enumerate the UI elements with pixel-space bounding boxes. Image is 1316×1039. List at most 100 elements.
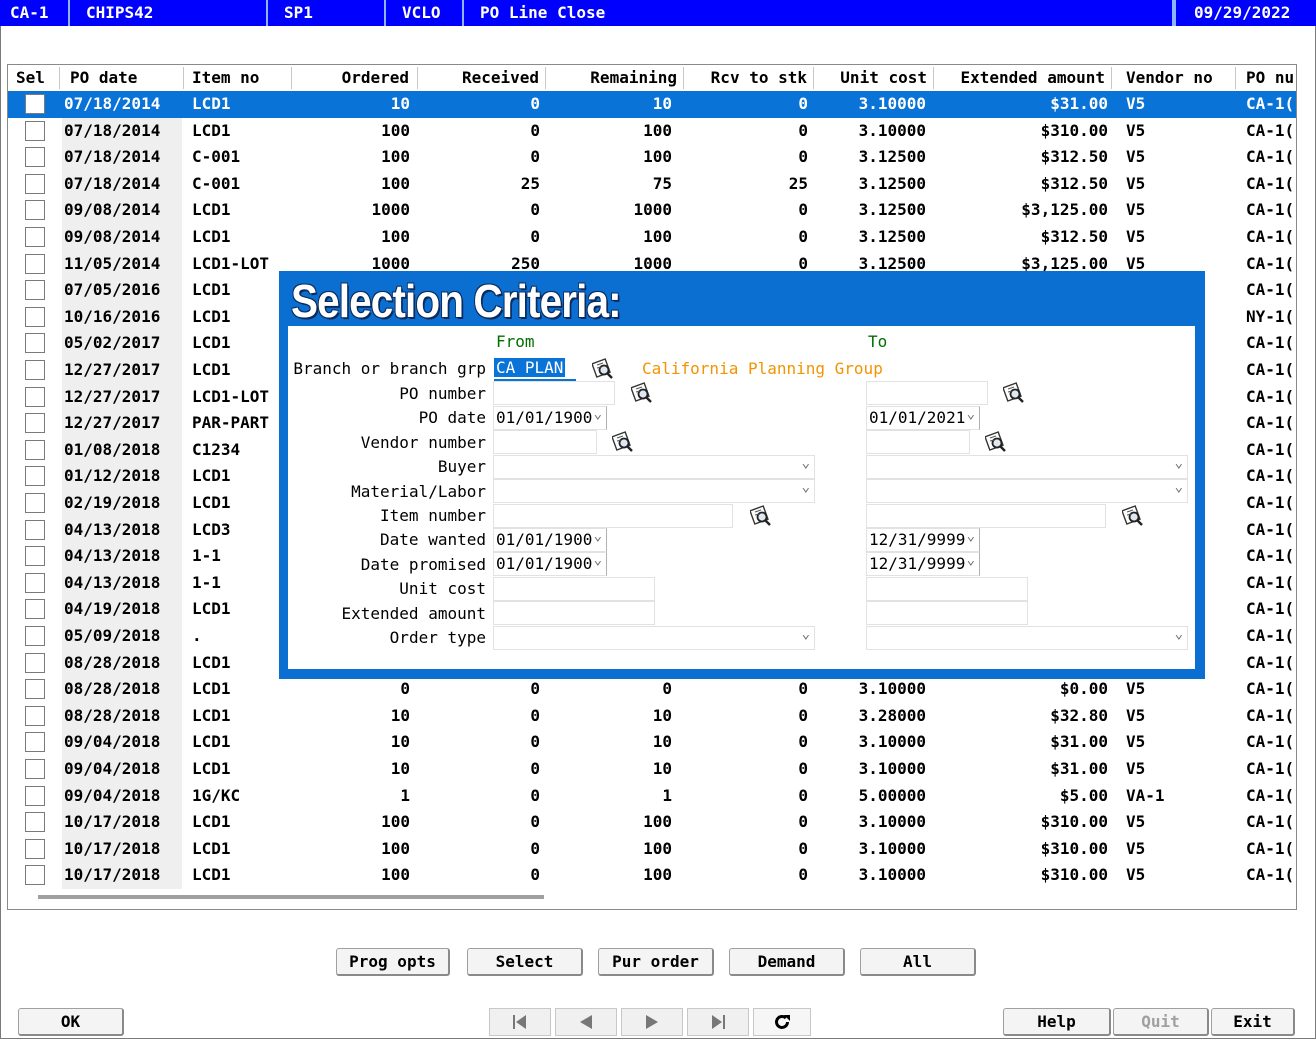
row-select-checkbox[interactable] xyxy=(25,546,45,567)
branch-lookup-icon[interactable] xyxy=(591,358,614,380)
buyer-to-select[interactable] xyxy=(866,455,1188,479)
col-header-po-date[interactable]: PO date xyxy=(66,67,184,89)
item-number-from-field[interactable] xyxy=(493,504,733,528)
col-header-item-no[interactable]: Item no xyxy=(192,67,292,89)
buyer-from-select[interactable] xyxy=(493,455,815,479)
demand-button[interactable]: Demand xyxy=(729,948,845,976)
row-select-checkbox[interactable] xyxy=(25,732,45,753)
row-select-checkbox[interactable] xyxy=(25,120,45,141)
col-header-vendor-no[interactable]: Vendor no xyxy=(1118,67,1236,89)
table-row[interactable]: 09/08/2014 LCD1 100 0 100 0 3.12500 $312.50 V5 CA… xyxy=(8,224,1296,251)
item-number-to-field[interactable] xyxy=(866,504,1106,528)
pur-order-button[interactable]: Pur order xyxy=(598,948,714,976)
vendor-number-from-field[interactable] xyxy=(493,430,597,454)
table-row[interactable]: 09/08/2014 LCD1 1000 0 1000 0 3.12500 $3,125.00… xyxy=(8,197,1296,224)
row-select-checkbox[interactable] xyxy=(25,865,45,886)
po-date-to-field[interactable]: 01/01/2021 xyxy=(866,406,980,430)
select-button[interactable]: Select xyxy=(467,948,583,976)
last-record-button[interactable] xyxy=(687,1008,749,1036)
item-to-lookup-icon[interactable] xyxy=(1121,505,1144,527)
material-labor-to-select[interactable] xyxy=(866,479,1188,503)
table-row[interactable]: 09/04/2018 LCD1 10 0 10 0 3.10000 $31.00 V5 CA-1( xyxy=(8,756,1296,783)
row-select-checkbox[interactable] xyxy=(25,785,45,806)
col-header-rcv-to-stk[interactable]: Rcv to stk xyxy=(686,67,814,89)
row-select-checkbox[interactable] xyxy=(25,439,45,460)
col-header-remaining[interactable]: Remaining xyxy=(548,67,684,89)
row-select-checkbox[interactable] xyxy=(25,599,45,620)
row-select-checkbox[interactable] xyxy=(25,280,45,301)
ok-button[interactable]: OK xyxy=(18,1008,124,1036)
row-select-checkbox[interactable] xyxy=(25,227,45,247)
unit-cost-from-field[interactable] xyxy=(493,577,655,601)
col-header-po-number[interactable]: PO nu xyxy=(1240,67,1296,89)
table-row[interactable]: 09/04/2018 LCD1 10 0 10 0 3.10000 $31.00 V5 CA-1( xyxy=(8,729,1296,756)
unit-cost-to-field[interactable] xyxy=(866,577,1028,601)
row-select-checkbox[interactable] xyxy=(25,759,45,779)
vendor-number-to-field[interactable] xyxy=(866,430,970,454)
po-number-to-field[interactable] xyxy=(866,381,988,405)
row-select-checkbox[interactable] xyxy=(25,173,45,194)
col-header-ordered[interactable]: Ordered xyxy=(298,67,418,89)
horizontal-scrollbar[interactable] xyxy=(38,895,544,899)
po-number-from-lookup-icon[interactable] xyxy=(630,382,653,404)
next-record-button[interactable] xyxy=(621,1008,683,1036)
branch-field[interactable]: CA PLAN xyxy=(494,357,576,381)
row-select-checkbox[interactable] xyxy=(25,360,45,380)
first-record-button[interactable] xyxy=(489,1008,551,1036)
date-wanted-from-field[interactable]: 01/01/1900 xyxy=(493,528,607,552)
previous-record-button[interactable] xyxy=(555,1008,617,1036)
po-date-from-field[interactable]: 01/01/1900 xyxy=(493,406,607,430)
row-select-checkbox[interactable] xyxy=(25,572,45,593)
row-select-checkbox[interactable] xyxy=(25,253,45,274)
order-type-from-select[interactable] xyxy=(493,626,815,650)
col-header-unit-cost[interactable]: Unit cost xyxy=(816,67,934,89)
row-select-checkbox[interactable] xyxy=(25,812,45,833)
row-select-checkbox[interactable] xyxy=(25,626,45,646)
date-wanted-to-field[interactable]: 12/31/9999 xyxy=(866,528,980,552)
table-row[interactable]: 08/28/2018 LCD1 0 0 0 0 3.10000 $0.00 V5 CA-1( xyxy=(8,676,1296,703)
table-row[interactable]: 09/04/2018 1G/KC 1 0 1 0 5.00000 $5.00 VA-1 CA-1( xyxy=(8,782,1296,810)
order-type-to-select[interactable] xyxy=(866,626,1188,650)
row-select-checkbox[interactable] xyxy=(25,413,45,434)
po-number-to-lookup-icon[interactable] xyxy=(1002,382,1025,404)
material-labor-from-select[interactable] xyxy=(493,479,815,503)
quit-button[interactable]: Quit xyxy=(1113,1008,1209,1036)
row-select-checkbox[interactable] xyxy=(25,200,45,221)
row-select-checkbox[interactable] xyxy=(25,493,45,513)
extended-amount-to-field[interactable] xyxy=(866,601,1028,625)
table-row[interactable]: 08/28/2018 LCD1 10 0 10 0 3.28000 $32.80 V5 CA-1( xyxy=(8,702,1296,730)
row-select-checkbox[interactable] xyxy=(25,466,45,487)
date-promised-from-field[interactable]: 01/01/1900 xyxy=(493,552,607,576)
row-select-checkbox[interactable] xyxy=(25,705,45,726)
extended-amount-from-field[interactable] xyxy=(493,601,655,625)
vendor-to-lookup-icon[interactable] xyxy=(984,431,1007,453)
table-row[interactable]: 10/17/2018 LCD1 100 0 100 0 3.10000 $310.00 V5 CA… xyxy=(8,835,1296,863)
table-row[interactable]: 07/18/2014 LCD1 100 0 100 0 3.10000 $310.00 V5 CA… xyxy=(8,117,1296,145)
po-number-from-field[interactable] xyxy=(493,381,615,405)
exit-button[interactable]: Exit xyxy=(1211,1008,1295,1036)
table-row[interactable]: 10/17/2018 LCD1 100 0 100 0 3.10000 $310.00 V5 CA… xyxy=(8,809,1296,836)
row-select-checkbox[interactable] xyxy=(25,679,45,700)
table-row[interactable]: 07/18/2014 C-001 100 25 75 25 3.12500 $312.50 V5… xyxy=(8,170,1296,198)
prog-opts-button[interactable]: Prog opts xyxy=(336,948,450,976)
col-header-sel[interactable]: Sel xyxy=(16,67,60,89)
row-select-checkbox[interactable] xyxy=(25,147,45,168)
row-select-checkbox[interactable] xyxy=(25,94,45,114)
col-header-extended-amount[interactable]: Extended amount xyxy=(936,67,1112,89)
all-button[interactable]: All xyxy=(860,948,976,976)
item-from-lookup-icon[interactable] xyxy=(749,505,772,527)
row-select-checkbox[interactable] xyxy=(25,386,45,407)
row-select-checkbox[interactable] xyxy=(25,652,45,673)
row-select-checkbox[interactable] xyxy=(25,838,45,859)
help-button[interactable]: Help xyxy=(1003,1008,1111,1036)
row-select-checkbox[interactable] xyxy=(25,333,45,354)
table-row[interactable]: 10/17/2018 LCD1 100 0 100 0 3.10000 $310.00 V5 CA… xyxy=(8,862,1296,889)
table-row[interactable]: 07/18/2014 LCD1 10 0 10 0 3.10000 $31.00 V5 CA-1( xyxy=(8,91,1296,118)
vendor-from-lookup-icon[interactable] xyxy=(611,431,634,453)
refresh-button[interactable] xyxy=(753,1008,811,1036)
row-select-checkbox[interactable] xyxy=(25,306,45,327)
date-promised-to-field[interactable]: 12/31/9999 xyxy=(866,552,980,576)
table-row[interactable]: 07/18/2014 C-001 100 0 100 0 3.12500 $312.50 V5 C… xyxy=(8,144,1296,171)
row-select-checkbox[interactable] xyxy=(25,519,45,540)
col-header-received[interactable]: Received xyxy=(420,67,546,89)
